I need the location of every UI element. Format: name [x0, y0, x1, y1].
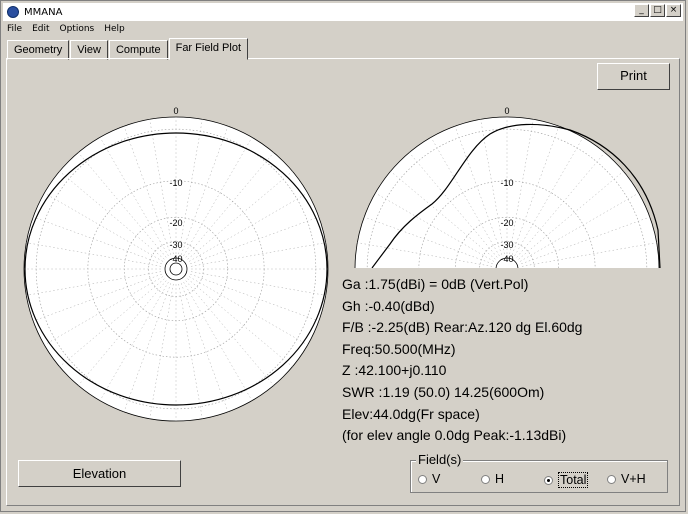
- peak-note: (for elev angle 0.0dg Peak:-1.13dBi): [342, 427, 567, 444]
- radio-h[interactable]: H: [481, 472, 504, 486]
- vertical-label-10: -10: [500, 178, 513, 188]
- radio-v-plus-h-indicator: [607, 474, 616, 484]
- swr: SWR :1.19 (50.0) 14.25(600Om): [342, 383, 545, 400]
- horizontal-plot-background: [23, 116, 329, 422]
- vertical-label-30: -30: [500, 240, 513, 250]
- horizontal-label-0: 0: [173, 106, 178, 116]
- print-button[interactable]: Print: [597, 63, 670, 90]
- radio-v-plus-h-label: V+H: [621, 472, 646, 486]
- antenna-results: Ga :1.75(dBi) = 0dB (Vert.Pol) Gh :-0.40…: [342, 274, 582, 447]
- horizontal-label-30: -30: [169, 240, 182, 250]
- horizontal-label-40: -40: [169, 254, 182, 264]
- gain-gh: Gh :-0.40(dBd): [342, 297, 435, 314]
- radio-v-label: V: [432, 472, 441, 486]
- horizontal-label-10: -10: [169, 178, 182, 188]
- radio-v-plus-h[interactable]: V+H: [607, 472, 646, 486]
- radio-v[interactable]: V: [418, 472, 440, 486]
- elevation-button[interactable]: Elevation: [18, 460, 181, 487]
- radio-v-indicator: [418, 474, 427, 484]
- horizontal-label-20: -20: [169, 218, 182, 228]
- vertical-label-0: 0: [504, 106, 509, 116]
- radio-total-indicator: [544, 475, 553, 485]
- gain-ga: Ga :1.75(dBi) = 0dB (Vert.Pol): [342, 276, 529, 292]
- impedance: Z :42.100+j0.110: [342, 362, 447, 379]
- radio-total[interactable]: Total: [544, 472, 589, 488]
- radio-total-label: Total: [558, 472, 589, 488]
- vertical-label-40: -40: [500, 254, 513, 264]
- elevation-angle: Elev:44.0dg(Fr space): [342, 405, 480, 422]
- tab-far-field-plot[interactable]: Far Field Plot: [168, 38, 249, 60]
- front-back-ratio: F/B :-2.25(dB) Rear:Az.120 dg El.60dg: [342, 319, 583, 336]
- radio-h-indicator: [481, 474, 490, 484]
- fields-group-legend: Field(s): [416, 452, 464, 467]
- frequency: Freq:50.500(MHz): [342, 340, 456, 357]
- radio-h-label: H: [495, 472, 505, 486]
- vertical-label-20: -20: [500, 218, 513, 228]
- horizontal-plot: 0 -10 -20 -30 -40: [23, 106, 329, 422]
